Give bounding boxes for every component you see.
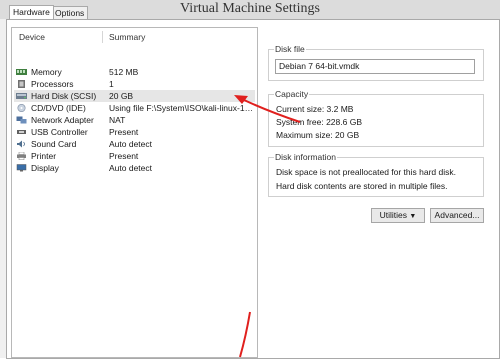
utilities-button-label: Utilities [379, 210, 408, 220]
device-row-sound-card[interactable]: Sound Card Auto detect [14, 138, 255, 150]
disk-information-group: Disk information Disk space is not preal… [268, 152, 484, 197]
processor-icon [18, 80, 25, 88]
tab-hardware[interactable]: Hardware [9, 5, 54, 19]
memory-icon [16, 69, 27, 75]
printer-icon [17, 152, 26, 160]
maximum-size-text: Maximum size: 20 GB [276, 130, 360, 140]
advanced-button[interactable]: Advanced... [430, 208, 484, 223]
device-name: Memory [31, 67, 62, 77]
device-name: Hard Disk (SCSI) [31, 91, 97, 101]
device-name: Printer [31, 151, 57, 161]
disk-file-field[interactable]: Debian 7 64-bit.vmdk [275, 59, 475, 74]
tab-options[interactable]: Options [51, 6, 89, 19]
device-summary: Present [109, 151, 139, 161]
device-row-usb-controller[interactable]: USB Controller Present [14, 126, 255, 138]
device-row-cd-dvd[interactable]: CD/DVD (IDE) Using file F:\System\ISO\ka… [14, 102, 255, 114]
device-row-processors[interactable]: Processors 1 [14, 78, 255, 90]
hard-disk-icon [16, 93, 27, 99]
display-icon [16, 164, 27, 172]
cd-dvd-icon [17, 104, 26, 112]
disk-info-line-2: Hard disk contents are stored in multipl… [276, 181, 448, 191]
device-row-memory[interactable]: Memory 512 MB [14, 66, 255, 78]
annotation-arrow-icon [234, 95, 301, 123]
device-name: CD/DVD (IDE) [31, 103, 86, 113]
column-header-summary[interactable]: Summary [109, 32, 145, 42]
disk-info-line-1: Disk space is not preallocated for this … [276, 167, 457, 177]
sound-card-icon [17, 140, 25, 148]
device-list[interactable]: Device Summary Memory 512 MB Processors … [11, 27, 258, 358]
utilities-button[interactable]: Utilities ▼ [371, 208, 425, 223]
device-name: USB Controller [31, 127, 88, 137]
device-row-printer[interactable]: Printer Present [14, 150, 255, 162]
network-adapter-icon [16, 116, 27, 124]
device-name: Network Adapter [31, 115, 94, 125]
disk-file-label: Disk file [274, 44, 306, 54]
column-header-device[interactable]: Device [19, 32, 45, 42]
device-name: Display [31, 163, 59, 173]
device-row-display[interactable]: Display Auto detect [14, 162, 255, 174]
usb-controller-icon [17, 130, 26, 134]
device-summary: Auto detect [109, 163, 153, 173]
device-name: Sound Card [31, 139, 77, 149]
device-row-hard-disk[interactable]: Hard Disk (SCSI) 20 GB [14, 90, 255, 102]
dropdown-arrow-icon: ▼ [409, 213, 417, 220]
device-name: Processors [31, 79, 74, 89]
column-divider[interactable] [102, 31, 103, 43]
disk-information-label: Disk information [274, 152, 337, 162]
device-summary: Auto detect [109, 139, 153, 149]
annotation-line-icon [239, 311, 251, 358]
device-summary: 512 MB [109, 67, 139, 77]
device-row-network-adapter[interactable]: Network Adapter NAT [14, 114, 255, 126]
